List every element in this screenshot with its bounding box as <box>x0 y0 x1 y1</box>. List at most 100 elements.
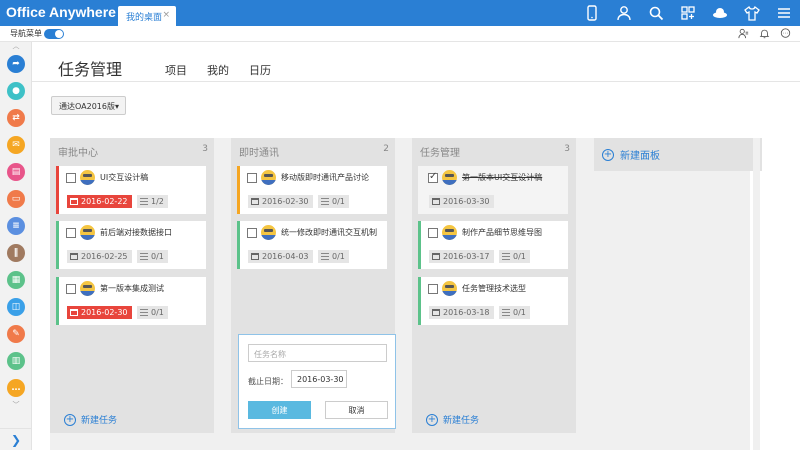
book-icon[interactable]: ▤ <box>0 158 32 185</box>
main-content: 任务管理 项目 我的 日历 通达OA2016版▾ 审批中心 3 UI交互设计稿 … <box>32 42 800 450</box>
task-card[interactable]: 第一版本UI交互设计稿 2016-03-30 <box>418 166 568 214</box>
new-task-form: 任务名称 截止日期： 2016-03-30 创建 取消 <box>238 334 396 429</box>
list-icon <box>140 309 148 316</box>
progress-text: 0/1 <box>513 252 526 261</box>
board-scrollbar[interactable] <box>753 138 760 450</box>
task-board: 审批中心 3 UI交互设计稿 2016-02-22 1/2 前后端对接数据接口 … <box>50 138 762 450</box>
avatar <box>442 225 457 240</box>
share-icon[interactable]: ➦ <box>0 50 32 77</box>
page-title: 任务管理 <box>58 60 123 79</box>
cancel-button[interactable]: 取消 <box>325 401 388 419</box>
new-task-button[interactable]: + 新建任务 <box>64 413 117 426</box>
chart-icon[interactable]: ▥ <box>0 347 32 374</box>
user-icon[interactable] <box>608 0 640 26</box>
task-title: 第一版本集成测试 <box>100 284 164 293</box>
sign-icon[interactable]: ✎ <box>0 320 32 347</box>
apps-icon[interactable] <box>672 0 704 26</box>
person-icon[interactable]: ● <box>0 77 32 104</box>
column-approval-center: 审批中心 3 UI交互设计稿 2016-02-22 1/2 前后端对接数据接口 … <box>50 138 214 433</box>
task-checkbox[interactable] <box>428 171 438 183</box>
shirt-icon[interactable] <box>736 0 768 26</box>
note-icon[interactable]: ≡ <box>0 212 32 239</box>
nav-link-mine[interactable]: 我的 <box>207 62 229 78</box>
task-checkbox[interactable] <box>428 284 438 294</box>
column-count: 3 <box>202 144 208 154</box>
task-checkbox[interactable] <box>66 284 76 294</box>
column-task-management: 任务管理 3 第一版本UI交互设计稿 2016-03-30 制作产品细节思维导图… <box>412 138 576 433</box>
task-card[interactable]: 移动版即时通讯产品讨论 2016-02-30 0/1 <box>237 166 387 214</box>
menu-icon[interactable] <box>768 0 800 26</box>
project-selector[interactable]: 通达OA2016版▾ <box>51 96 126 115</box>
task-checkbox[interactable] <box>247 173 257 183</box>
flow-icon[interactable]: ⇄ <box>0 104 32 131</box>
message-icon[interactable]: ◫ <box>0 293 32 320</box>
nav-menu-toggle[interactable] <box>44 29 64 39</box>
task-card[interactable]: 第一版本集成测试 2016-02-30 0/1 <box>56 277 206 325</box>
new-task-label: 新建任务 <box>81 416 118 426</box>
task-checkbox[interactable] <box>247 228 257 238</box>
phone-icon[interactable] <box>576 0 608 26</box>
tab-my-desktop[interactable]: 我的桌面 × <box>118 6 176 26</box>
chat-icon[interactable] <box>779 27 792 40</box>
due-date: 2016-03-17 <box>443 252 490 261</box>
nav-menu-label: 导航菜单 <box>10 29 42 38</box>
due-date-badge: 2016-02-30 <box>248 195 313 208</box>
calendar-icon[interactable]: ▦ <box>0 266 32 293</box>
due-date-badge: 2016-03-17 <box>429 250 494 263</box>
mail-icon[interactable]: ✉ <box>0 131 32 158</box>
avatar <box>80 225 95 240</box>
avatar <box>442 281 457 296</box>
create-button[interactable]: 创建 <box>248 401 311 419</box>
task-card[interactable]: 前后端对接数据接口 2016-02-25 0/1 <box>56 221 206 269</box>
progress-text: 0/1 <box>332 252 345 261</box>
chat-bubble-icon[interactable]: … <box>0 374 32 401</box>
due-date: 2016-02-30 <box>81 308 128 317</box>
subtask-progress: 0/1 <box>137 250 168 263</box>
plus-icon: + <box>64 413 76 426</box>
sidebar-scroll-down-icon[interactable]: ﹀ <box>0 401 32 409</box>
sidebar-expand-icon[interactable]: ❯ <box>0 428 32 450</box>
due-date-badge: 2016-03-18 <box>429 306 494 319</box>
avatar <box>261 170 276 185</box>
contacts-icon[interactable] <box>737 27 750 40</box>
task-card[interactable]: 制作产品细节思维导图 2016-03-17 0/1 <box>418 221 568 269</box>
task-title: 前后端对接数据接口 <box>100 228 172 237</box>
list-icon <box>321 198 329 205</box>
new-panel-button[interactable]: + 新建面板 <box>594 138 762 171</box>
search-icon[interactable] <box>640 0 672 26</box>
task-card[interactable]: 统一修改即时通讯交互机制 2016-04-03 0/1 <box>237 221 387 269</box>
column-title: 审批中心 <box>58 148 98 159</box>
tab-label: 我的桌面 <box>126 13 163 23</box>
due-date-badge: 2016-04-03 <box>248 250 313 263</box>
due-date-badge: 2016-03-30 <box>429 195 494 208</box>
plus-icon: + <box>426 413 438 426</box>
task-title: 任务管理技术选型 <box>462 284 526 293</box>
hr-icon[interactable]: ∥ <box>0 239 32 266</box>
sidebar-scroll-up-icon[interactable]: ︿ <box>0 42 32 50</box>
subtask-progress: 0/1 <box>318 250 349 263</box>
nav-link-calendar[interactable]: 日历 <box>249 62 271 78</box>
calendar-icon <box>432 253 440 260</box>
bell-icon[interactable] <box>758 27 771 40</box>
task-title: 移动版即时通讯产品讨论 <box>281 173 369 182</box>
task-checkbox[interactable] <box>66 228 76 238</box>
deadline-date-field[interactable]: 2016-03-30 <box>291 370 347 388</box>
task-checkbox[interactable] <box>66 173 76 183</box>
task-checkbox[interactable] <box>428 228 438 238</box>
task-name-input[interactable]: 任务名称 <box>248 344 387 362</box>
task-card[interactable]: 任务管理技术选型 2016-03-18 0/1 <box>418 277 568 325</box>
new-task-button[interactable]: + 新建任务 <box>426 413 479 426</box>
due-date: 2016-03-30 <box>443 197 490 206</box>
due-date-badge: 2016-02-22 <box>67 195 132 208</box>
nav-link-project[interactable]: 项目 <box>165 62 187 78</box>
progress-text: 0/1 <box>151 308 164 317</box>
due-date-badge: 2016-02-30 <box>67 306 132 319</box>
task-card[interactable]: UI交互设计稿 2016-02-22 1/2 <box>56 166 206 214</box>
progress-text: 0/1 <box>513 308 526 317</box>
column-title: 即时通讯 <box>239 148 279 159</box>
due-date: 2016-02-25 <box>81 252 128 261</box>
list-icon <box>502 309 510 316</box>
tab-close-icon[interactable]: × <box>162 10 170 20</box>
doc-icon[interactable]: ▭ <box>0 185 32 212</box>
skin-icon[interactable] <box>704 0 736 26</box>
